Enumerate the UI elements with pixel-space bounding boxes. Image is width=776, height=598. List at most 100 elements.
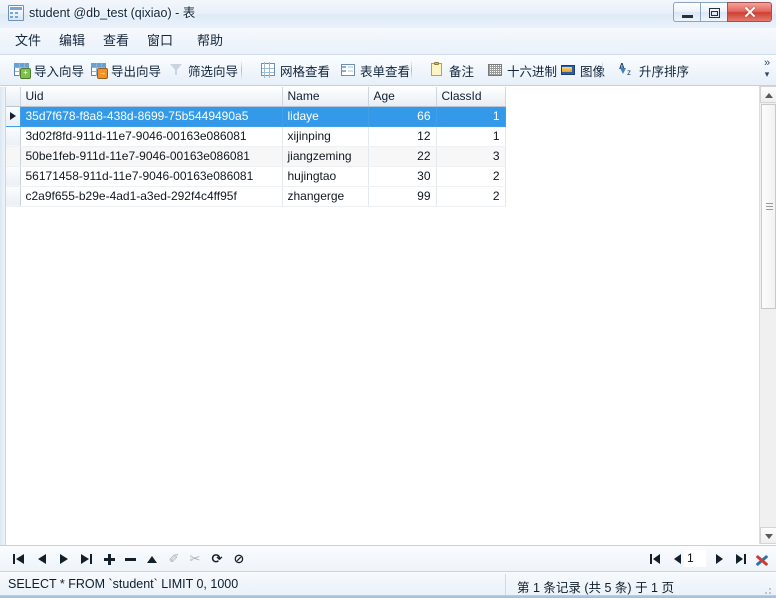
pencil-icon: ✐	[168, 551, 180, 566]
page-first-button[interactable]	[645, 549, 665, 569]
data-grid-area: Uid Name Age ClassId 35d7f678-f8a8-438d-…	[0, 86, 776, 545]
data-table: Uid Name Age ClassId 35d7f678-f8a8-438d-…	[6, 87, 506, 207]
apply-change-button[interactable]	[142, 549, 162, 569]
cell-classid[interactable]: 1	[436, 106, 506, 127]
status-record-info: 第 1 条记录 (共 5 条) 于 1 页	[517, 581, 674, 595]
cell-name[interactable]: jiangzeming	[282, 146, 369, 167]
scroll-thumb[interactable]	[761, 104, 776, 309]
table-row[interactable]: 56171458-911d-11e7-9046-00163e086081 huj…	[6, 166, 506, 187]
column-header-classid[interactable]: ClassId	[436, 87, 506, 107]
filter-wizard-button[interactable]: 筛选向导	[164, 58, 242, 82]
cell-uid[interactable]: 35d7f678-f8a8-438d-8699-75b5449490a5	[20, 106, 283, 127]
export-wizard-label: 导出向导	[111, 64, 162, 79]
menu-edit[interactable]: 编辑	[52, 31, 92, 51]
restore-button[interactable]	[700, 2, 727, 22]
form-view-button[interactable]: 表单查看	[336, 58, 414, 82]
minimize-button[interactable]	[673, 2, 700, 22]
tools-icon	[754, 551, 770, 567]
sort-ascending-button[interactable]: Az 升序排序	[615, 58, 693, 82]
delete-record-button[interactable]	[120, 549, 140, 569]
cell-age[interactable]: 22	[368, 146, 437, 167]
status-bar: SELECT * FROM `student` LIMIT 0, 1000 第 …	[0, 571, 776, 598]
data-grid[interactable]: Uid Name Age ClassId 35d7f678-f8a8-438d-…	[6, 87, 741, 545]
cell-classid[interactable]: 3	[436, 146, 506, 167]
nav-table-window: student @db_test (qixiao) - 表 文件 编辑 查看 窗…	[0, 0, 776, 598]
note-icon	[429, 62, 445, 78]
cell-classid[interactable]: 1	[436, 126, 506, 147]
menu-help[interactable]: 帮助	[190, 31, 230, 51]
close-button[interactable]	[727, 2, 772, 22]
cell-classid[interactable]: 2	[436, 186, 506, 207]
last-icon	[80, 554, 92, 564]
scroll-grip-icon	[766, 202, 773, 211]
grid-view-button[interactable]: 网格查看	[256, 58, 334, 82]
table-header-row: Uid Name Age ClassId	[6, 87, 506, 107]
menu-window[interactable]: 窗口	[140, 31, 180, 51]
row-marker-cell	[6, 166, 21, 187]
column-header-age[interactable]: Age	[368, 87, 437, 107]
column-header-uid[interactable]: Uid	[20, 87, 283, 107]
first-record-button[interactable]	[8, 549, 28, 569]
stop-button[interactable]: ⊘	[229, 549, 249, 569]
previous-record-button[interactable]	[32, 549, 52, 569]
cell-age[interactable]: 30	[368, 166, 437, 187]
import-wizard-button[interactable]: + 导入向导	[10, 58, 88, 82]
title-bar: student @db_test (qixiao) - 表	[0, 0, 776, 29]
record-navigator-bar: ✐ ✂ ⟳ ⊘ 1	[0, 545, 776, 572]
query-tools-button[interactable]	[752, 549, 772, 569]
next-record-button[interactable]	[54, 549, 74, 569]
row-marker-cell	[6, 146, 21, 167]
toolbar-overflow-button[interactable]: » ▾	[760, 57, 774, 83]
hex-view-button[interactable]: 十六进制	[483, 58, 561, 82]
vertical-scrollbar[interactable]	[759, 86, 776, 544]
table-row[interactable]: 50be1feb-911d-11e7-9046-00163e086081 jia…	[6, 146, 506, 167]
form-icon	[340, 62, 356, 78]
table-icon	[8, 5, 24, 21]
form-view-label: 表单查看	[360, 64, 411, 79]
table-row[interactable]: 3d02f8fd-911d-11e7-9046-00163e086081 xij…	[6, 126, 506, 147]
add-record-button[interactable]	[99, 549, 119, 569]
scissors-icon: ✂	[189, 551, 201, 566]
table-row[interactable]: 35d7f678-f8a8-438d-8699-75b5449490a5 lid…	[6, 106, 506, 127]
import-wizard-label: 导入向导	[34, 64, 85, 79]
cell-name[interactable]: lidaye	[282, 106, 369, 127]
toolbar-separator-2	[411, 60, 412, 80]
refresh-button[interactable]: ⟳	[207, 549, 227, 569]
column-header-name[interactable]: Name	[282, 87, 369, 107]
last-record-button[interactable]	[76, 549, 96, 569]
page-next-button[interactable]	[709, 549, 729, 569]
minus-icon	[124, 554, 136, 565]
table-row[interactable]: c2a9f655-b29e-4ad1-a3ed-292f4c4ff95f zha…	[6, 186, 506, 207]
page-prev-icon	[673, 554, 681, 564]
cell-name[interactable]: xijinping	[282, 126, 369, 147]
chevron-double-right-icon: »	[763, 57, 771, 69]
status-query-text: SELECT * FROM `student` LIMIT 0, 1000	[8, 577, 239, 591]
cell-uid[interactable]: 56171458-911d-11e7-9046-00163e086081	[20, 166, 283, 187]
window-title: student @db_test (qixiao) - 表	[29, 6, 196, 20]
menu-view[interactable]: 查看	[96, 31, 136, 51]
cell-age[interactable]: 12	[368, 126, 437, 147]
funnel-icon	[168, 62, 184, 78]
status-separator	[505, 574, 506, 596]
cell-classid[interactable]: 2	[436, 166, 506, 187]
cell-age[interactable]: 99	[368, 186, 437, 207]
page-last-button[interactable]	[731, 549, 751, 569]
cell-uid[interactable]: c2a9f655-b29e-4ad1-a3ed-292f4c4ff95f	[20, 186, 283, 207]
cell-uid[interactable]: 50be1feb-911d-11e7-9046-00163e086081	[20, 146, 283, 167]
cell-uid[interactable]: 3d02f8fd-911d-11e7-9046-00163e086081	[20, 126, 283, 147]
export-wizard-button[interactable]: → 导出向导	[87, 58, 165, 82]
memo-view-button[interactable]: 备注	[425, 58, 478, 82]
cell-age[interactable]: 66	[368, 106, 437, 127]
menu-file[interactable]: 文件	[8, 31, 48, 51]
menu-bar: 文件 编辑 查看 窗口 帮助	[0, 28, 776, 55]
toolbar-separator-3	[602, 60, 603, 80]
image-icon	[560, 62, 576, 78]
sort-ascending-label: 升序排序	[639, 64, 690, 79]
scroll-down-button[interactable]	[760, 527, 776, 544]
cell-name[interactable]: zhangerge	[282, 186, 369, 207]
cell-name[interactable]: hujingtao	[282, 166, 369, 187]
scroll-up-button[interactable]	[760, 86, 776, 103]
plus-icon	[103, 553, 115, 565]
row-header-corner[interactable]	[6, 87, 21, 107]
page-number-input[interactable]: 1	[684, 550, 706, 567]
